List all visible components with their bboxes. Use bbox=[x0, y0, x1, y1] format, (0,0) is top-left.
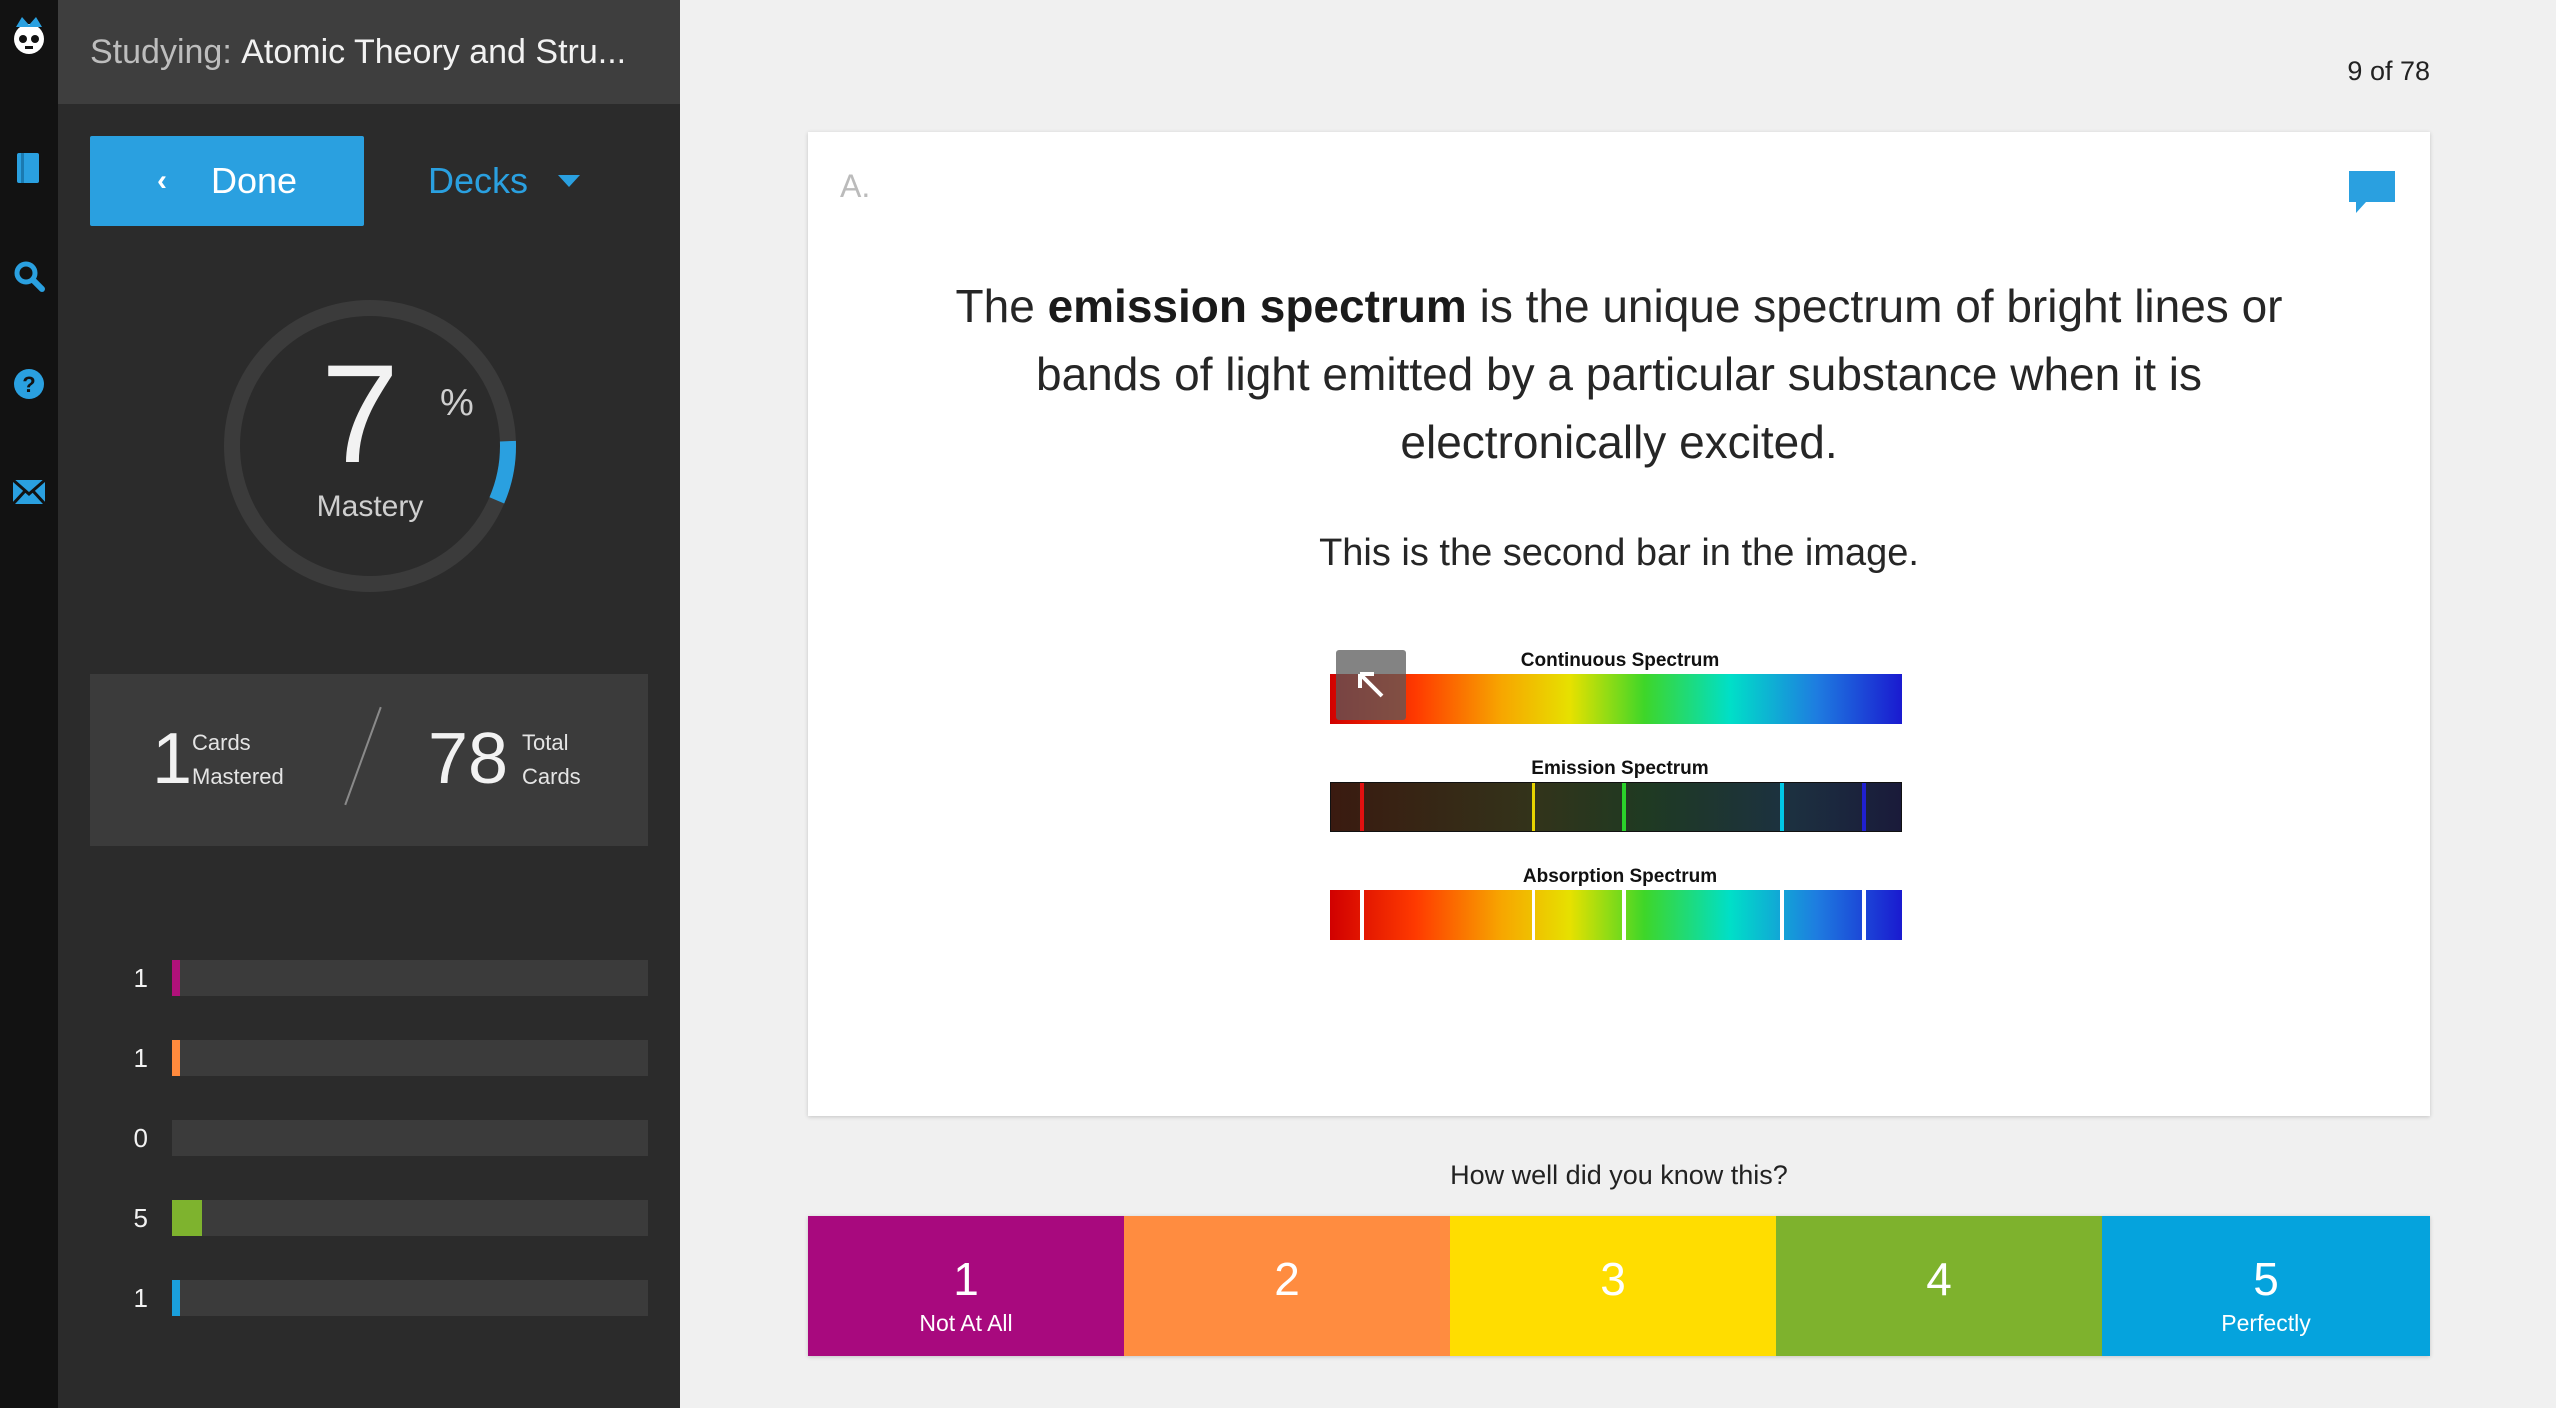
confidence-bar-count: 1 bbox=[133, 963, 148, 993]
rating-label: Not At All bbox=[919, 1310, 1013, 1336]
icon-rail: ? bbox=[0, 0, 58, 1408]
confidence-bar-count: 0 bbox=[133, 1123, 148, 1153]
mastery-label: Mastery bbox=[316, 490, 424, 523]
confidence-bar-row: 1 bbox=[58, 960, 680, 996]
cards-mastered-label: Cards Mastered bbox=[192, 726, 284, 794]
caret-down-icon bbox=[558, 175, 581, 187]
confidence-bar-row: 0 bbox=[58, 1120, 680, 1156]
deck-title-header: Studying: Atomic Theory and Stru... bbox=[58, 0, 680, 104]
svg-text:?: ? bbox=[22, 372, 35, 397]
confidence-bar-count: 1 bbox=[133, 1043, 148, 1073]
emission-spectrum-bar bbox=[1330, 782, 1902, 832]
confidence-bar-track bbox=[172, 1280, 648, 1316]
cards-mastered-label-line1: Cards bbox=[192, 730, 251, 755]
rating-number: 2 bbox=[1274, 1253, 1300, 1305]
done-button-label: Done bbox=[210, 160, 298, 201]
chevron-left-icon: ‹ bbox=[156, 164, 167, 197]
confidence-bar-fill bbox=[172, 1040, 180, 1076]
card-side-label: A. bbox=[840, 168, 871, 204]
confidence-bar-row: 1 bbox=[58, 1280, 680, 1316]
total-cards-label-line2: Cards bbox=[522, 764, 581, 789]
comment-icon[interactable] bbox=[2346, 168, 2398, 221]
answer-term: emission spectrum bbox=[1047, 280, 1467, 332]
brainscape-logo-icon[interactable] bbox=[0, 10, 58, 60]
expand-image-button[interactable] bbox=[1336, 650, 1406, 720]
decks-dropdown[interactable]: Decks bbox=[428, 136, 581, 226]
stats-divider bbox=[344, 706, 382, 806]
cards-mastered-label-line2: Mastered bbox=[192, 764, 284, 789]
confidence-bar-fill bbox=[172, 1280, 180, 1316]
done-button[interactable]: ‹ Done bbox=[90, 136, 364, 226]
rating-number: 1 bbox=[953, 1253, 979, 1305]
continuous-spectrum-title: Continuous Spectrum bbox=[1520, 650, 1720, 671]
continuous-spectrum-bar bbox=[1330, 674, 1902, 724]
decks-label: Decks bbox=[428, 160, 529, 201]
total-cards-label-line1: Total bbox=[522, 730, 569, 755]
mastery-percent-sign: % bbox=[440, 382, 474, 424]
mastery-value: 7 bbox=[321, 335, 399, 492]
search-icon[interactable] bbox=[0, 254, 58, 298]
rating-number: 5 bbox=[2253, 1253, 2279, 1305]
card-stats-box: 1 Cards Mastered 78 Total Cards bbox=[90, 674, 648, 846]
expand-arrow-icon bbox=[1358, 672, 1384, 698]
card-counter: 9 of 78 bbox=[2347, 56, 2430, 86]
study-sidebar: Studying: Atomic Theory and Stru... ‹ Do… bbox=[58, 0, 680, 1408]
total-cards-label: Total Cards bbox=[522, 726, 581, 794]
rating-button-4[interactable]: 4 bbox=[1776, 1216, 2102, 1356]
deck-title: Atomic Theory and Stru... bbox=[241, 32, 627, 71]
absorption-spectrum-title: Absorption Spectrum bbox=[1522, 866, 1718, 887]
rating-number: 4 bbox=[1926, 1253, 1952, 1305]
confidence-bar-fill bbox=[172, 1200, 202, 1236]
answer-text: The emission spectrum is the unique spec… bbox=[948, 272, 2290, 476]
flashcard: A. The emission spectrum is the unique s… bbox=[808, 132, 2430, 1116]
mastery-gauge: 7 % Mastery bbox=[218, 294, 522, 598]
rating-number: 3 bbox=[1600, 1253, 1626, 1305]
rating-button-3[interactable]: 3 bbox=[1450, 1216, 1776, 1356]
confidence-rating-bar: 1 Not At All 2 3 4 5 Perfectly bbox=[808, 1216, 2430, 1356]
confidence-bar-track bbox=[172, 1200, 648, 1236]
absorption-spectrum-bar bbox=[1330, 890, 1902, 940]
studying-prefix: Studying: bbox=[90, 32, 232, 71]
confidence-bar-row: 5 bbox=[58, 1200, 680, 1236]
confidence-bar-track bbox=[172, 1120, 648, 1156]
total-cards-count: 78 bbox=[428, 719, 509, 799]
book-icon[interactable] bbox=[0, 146, 58, 190]
confidence-bar-count: 1 bbox=[133, 1283, 148, 1313]
confidence-bar-track bbox=[172, 1040, 648, 1076]
confidence-bar-row: 1 bbox=[58, 1040, 680, 1076]
confidence-bar-fill bbox=[172, 960, 180, 996]
rating-label: Perfectly bbox=[2221, 1310, 2311, 1336]
rating-prompt: How well did you know this? bbox=[1450, 1160, 1788, 1190]
confidence-bar-track bbox=[172, 960, 648, 996]
answer-pre: The bbox=[955, 280, 1048, 332]
rating-button-2[interactable]: 2 bbox=[1124, 1216, 1450, 1356]
rating-button-1[interactable]: 1 Not At All bbox=[808, 1216, 1124, 1356]
emission-spectrum-title: Emission Spectrum bbox=[1531, 758, 1709, 779]
answer-note: This is the second bar in the image. bbox=[1319, 532, 1919, 574]
rating-button-5[interactable]: 5 Perfectly bbox=[2102, 1216, 2430, 1356]
mail-icon[interactable] bbox=[0, 470, 58, 514]
cards-mastered-count: 1 bbox=[152, 719, 193, 799]
help-icon[interactable]: ? bbox=[0, 362, 58, 406]
confidence-bar-count: 5 bbox=[133, 1203, 148, 1233]
